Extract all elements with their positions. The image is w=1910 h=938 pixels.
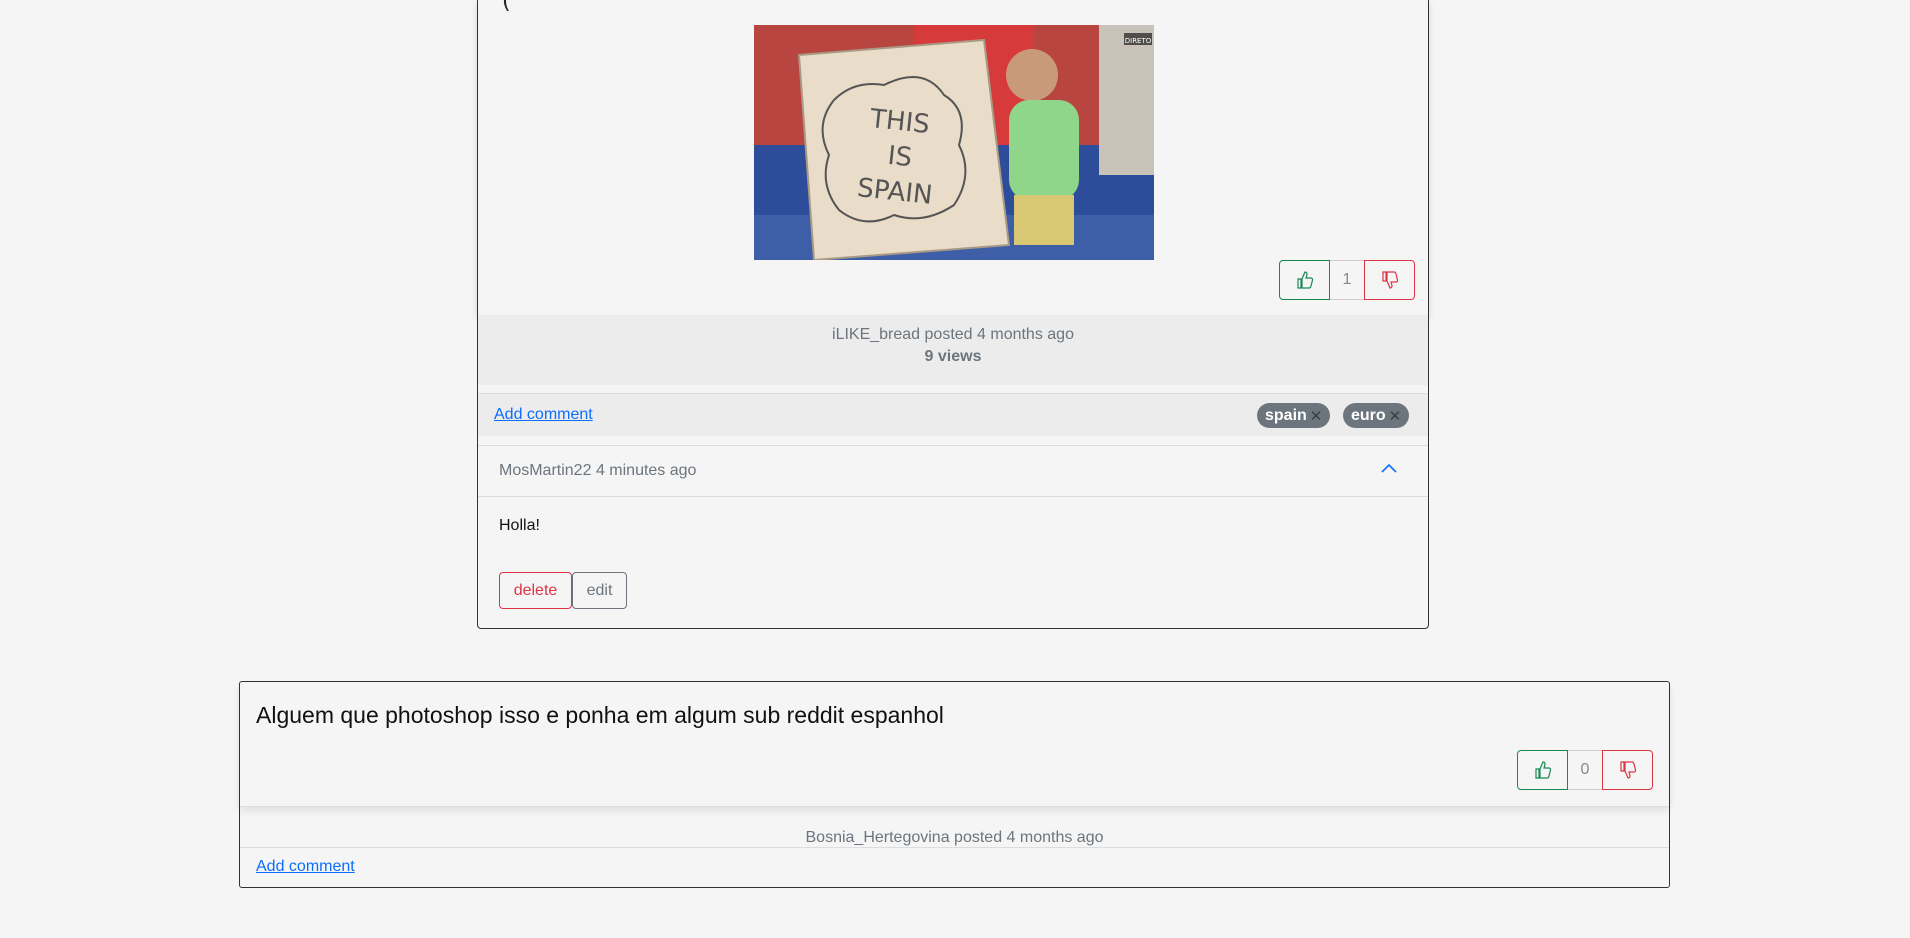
chevron-up-icon[interactable]: [1380, 460, 1398, 483]
post-meta: Bosnia_Hertegovina posted 4 months ago: [240, 806, 1669, 847]
post-image[interactable]: THIS IS SPAIN DIRETO: [754, 25, 1154, 260]
post-content: ( THIS IS SPAIN DIRETO 1: [478, 0, 1428, 315]
tag-euro[interactable]: euro ✕: [1343, 403, 1410, 428]
post-card-2: Alguem que photoshop isso e ponha em alg…: [239, 681, 1670, 888]
sign-text-1: THIS: [868, 104, 931, 140]
tag-label: euro: [1351, 406, 1386, 424]
add-comment-link[interactable]: Add comment: [494, 406, 593, 424]
tag-spain[interactable]: spain ✕: [1257, 403, 1331, 428]
vote-count: 0: [1568, 750, 1602, 790]
image-illustration: THIS IS SPAIN DIRETO: [754, 25, 1154, 260]
post-title-cropped: (: [502, 0, 511, 14]
close-icon[interactable]: ✕: [1310, 407, 1323, 425]
post-meta: iLIKE_bread posted 4 months ago 9 views: [478, 315, 1428, 385]
post-card-1: ( THIS IS SPAIN DIRETO 1 iLIKE_bread pos…: [477, 0, 1429, 629]
thumbs-down-icon[interactable]: [1364, 260, 1415, 300]
post-actions: Add comment: [240, 847, 1669, 887]
thumbs-down-icon[interactable]: [1602, 750, 1653, 790]
post-actions: Add comment spain ✕ euro ✕: [478, 393, 1428, 436]
post-time: posted 4 months ago: [924, 326, 1074, 343]
vote-control-1: 1: [1279, 260, 1415, 300]
thumbs-up-icon[interactable]: [1279, 260, 1330, 300]
broadcast-badge: DIRETO: [1125, 37, 1152, 45]
comment-author[interactable]: MosMartin22: [499, 462, 591, 479]
comment-header[interactable]: MosMartin22 4 minutes ago: [478, 445, 1428, 497]
vote-control-2: 0: [1517, 750, 1653, 790]
add-comment-link[interactable]: Add comment: [256, 858, 355, 876]
comment-text: Holla!: [499, 517, 540, 534]
post-author[interactable]: Bosnia_Hertegovina: [806, 829, 950, 846]
close-icon[interactable]: ✕: [1389, 407, 1402, 425]
delete-button[interactable]: delete: [499, 572, 572, 609]
post-time: posted 4 months ago: [954, 829, 1104, 846]
edit-button[interactable]: edit: [572, 572, 627, 609]
view-count: 9 views: [924, 348, 982, 365]
tag-label: spain: [1265, 406, 1307, 424]
thumbs-up-icon[interactable]: [1517, 750, 1568, 790]
sign-text-2: IS: [886, 141, 913, 173]
comment-time: 4 minutes ago: [595, 462, 697, 479]
post-title: Alguem que photoshop isso e ponha em alg…: [256, 702, 944, 728]
post-content: Alguem que photoshop isso e ponha em alg…: [240, 682, 1669, 806]
vote-count: 1: [1330, 260, 1364, 300]
post-author[interactable]: iLIKE_bread: [832, 326, 920, 343]
